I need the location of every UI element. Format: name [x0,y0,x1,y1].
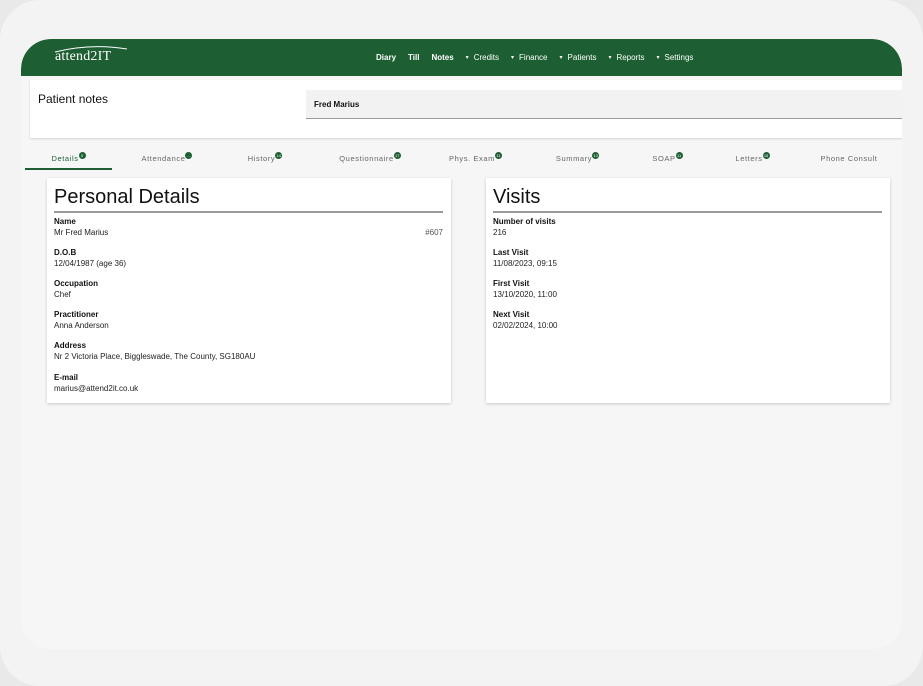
nav-notes-label: Notes [431,53,454,62]
patient-id: #607 [425,228,443,237]
tab-badge: ... [185,152,193,159]
tab-summary-label: Summary [555,154,593,163]
nav-notes[interactable]: Notes [431,53,453,62]
field-label: Address [54,341,87,350]
tab-badge: 13 [592,152,600,159]
tab-badge: 17 [393,152,401,159]
tab-history-label: History [247,154,276,163]
field-dob: D.O.B 12/04/1987 (age 36) [54,247,126,269]
app-window: attend2IT Diary Till Notes ▾ Credits ▾ Fin… [21,39,902,649]
field-label: Practitioner [54,310,99,319]
tab-phys-exam-label: Phys. Exam [448,154,495,163]
field-address: Address Nr 2 Victoria Place, Biggleswade… [54,340,255,362]
tab-attendance[interactable]: Attendance... [137,146,197,170]
field-value: Nr 2 Victoria Place, Biggleswade, The Co… [54,352,256,361]
tab-history[interactable]: History14 [240,146,290,170]
nav-till[interactable]: Till [408,53,419,62]
divider [54,211,443,213]
tab-details-label: Details [51,154,79,163]
nav-diary[interactable]: Diary [376,53,396,62]
nav-reports[interactable]: ▾ Reports [608,53,644,62]
app-logo[interactable]: attend2IT [54,46,128,65]
field-first-visit: First Visit 13/10/2020, 11:00 [493,278,557,300]
patient-selector[interactable]: Fred Marius [306,90,902,119]
field-number-of-visits: Number of visits 216 [493,216,556,238]
top-navigation-bar: attend2IT Diary Till Notes ▾ Credits ▾ Fin… [21,39,902,76]
field-label: Number of visits [493,217,556,226]
tab-badge: 14 [275,152,283,159]
tab-questionnaire[interactable]: Questionnaire17 [330,146,410,170]
field-label: Next Visit [493,310,530,319]
field-value: 11/08/2023, 09:15 [493,259,557,268]
nav-credits-label: Credits [473,53,500,62]
divider [493,211,882,213]
field-value: 02/02/2024, 10:00 [493,321,558,330]
page-header: Patient notes Fred Marius [30,80,902,138]
field-practitioner: Practitioner Anna Anderson [54,309,109,331]
field-value: 13/10/2020, 11:00 [493,290,557,299]
personal-details-card: Personal Details #607 Name Mr Fred Mariu… [47,178,451,403]
tab-questionnaire-label: Questionnaire [339,154,394,163]
field-label: E-mail [54,373,79,382]
chevron-down-icon: ▾ [465,55,469,61]
main-nav: Diary Till Notes ▾ Credits ▾ Finance ▾ Pati… [376,39,705,76]
active-tab-indicator [25,168,112,170]
nav-finance-label: Finance [519,53,548,62]
nav-till-label: Till [408,53,420,62]
field-last-visit: Last Visit 11/08/2023, 09:15 [493,247,557,269]
nav-settings-label: Settings [664,53,694,62]
tab-attendance-label: Attendance [141,154,186,163]
tab-badge: 0 [78,152,86,159]
tab-letters[interactable]: Letters15 [730,146,775,170]
field-next-visit: Next Visit 02/02/2024, 10:00 [493,309,558,331]
nav-diary-label: Diary [376,53,397,62]
tab-phone-consult[interactable]: Phone Consult [815,146,883,170]
field-value: 12/04/1987 (age 36) [54,259,127,268]
personal-details-title: Personal Details [54,186,200,208]
page-title: Patient notes [38,92,109,106]
chevron-down-icon: ▾ [511,55,515,61]
patient-name: Fred Marius [314,100,360,109]
field-value: Chef [54,290,71,299]
tab-phone-consult-label: Phone Consult [820,154,878,163]
tab-soap-label: SOAP [652,154,676,163]
field-value[interactable]: marius@attend2it.co.uk [54,383,138,394]
tab-details[interactable]: Details 0 [25,146,112,170]
logo-swoosh-icon [54,46,128,53]
chevron-down-icon: ▾ [559,55,563,61]
nav-credits[interactable]: ▾ Credits [466,53,499,62]
tab-phys-exam[interactable]: Phys. Exam11 [443,146,508,170]
visits-card: Visits Number of visits 216 Last Visit 1… [486,178,890,403]
field-label: D.O.B [54,248,77,257]
nav-patients[interactable]: ▾ Patients [560,53,597,62]
chevron-down-icon: ▾ [656,55,660,61]
field-name: Name Mr Fred Marius [54,216,108,238]
tab-badge: 15 [762,152,770,159]
field-value: Anna Anderson [54,321,109,330]
field-label: Last Visit [493,248,529,257]
field-label: First Visit [493,279,530,288]
field-value: 216 [493,228,507,237]
field-email: E-mail marius@attend2it.co.uk [54,372,138,394]
notes-tabs: Details 0 Attendance... History14 Questio… [25,146,902,170]
nav-settings[interactable]: ▾ Settings [656,53,693,62]
field-value: Mr Fred Marius [54,228,109,237]
tab-badge: 11 [495,152,502,159]
tab-summary[interactable]: Summary13 [550,146,605,170]
tab-letters-label: Letters [735,154,763,163]
nav-finance[interactable]: ▾ Finance [511,53,547,62]
field-label: Occupation [54,279,99,288]
field-label: Name [54,217,76,226]
tab-soap[interactable]: SOAP11 [645,146,690,170]
field-occupation: Occupation Chef [54,278,98,300]
device-frame: attend2IT Diary Till Notes ▾ Credits ▾ Fin… [0,0,923,686]
tab-badge: 11 [675,152,683,159]
visits-title: Visits [493,186,541,208]
nav-reports-label: Reports [616,53,645,62]
nav-patients-label: Patients [567,53,597,62]
chevron-down-icon: ▾ [608,55,612,61]
